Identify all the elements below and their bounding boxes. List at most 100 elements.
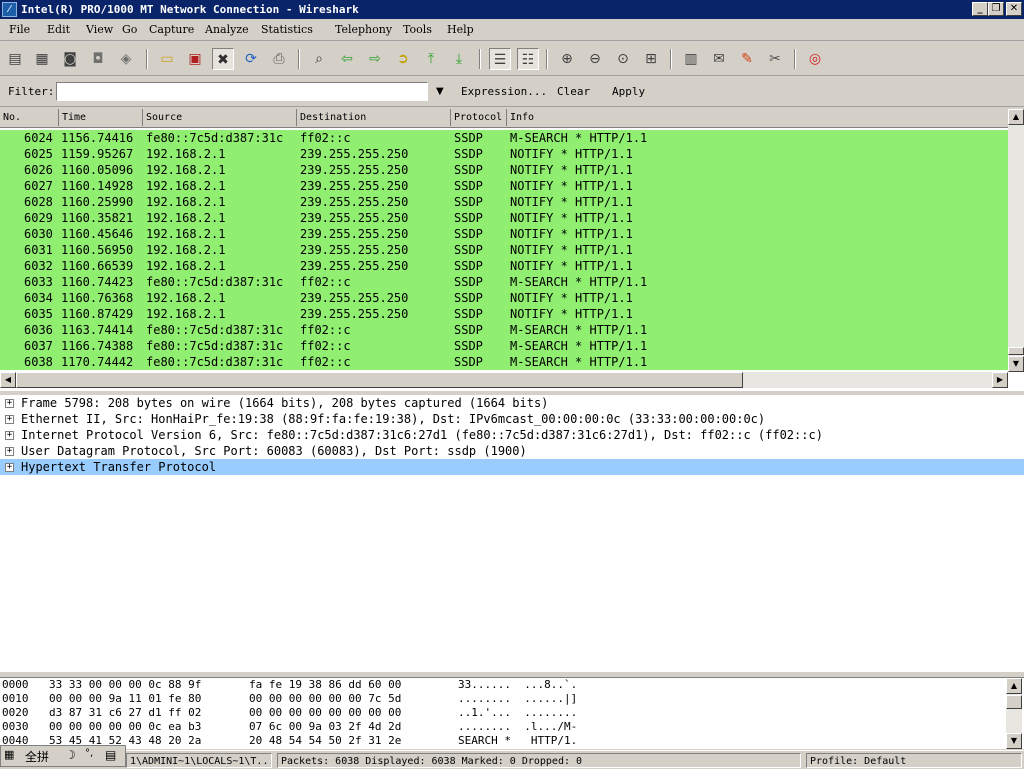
auto-scroll-icon[interactable]: ☷ <box>517 48 539 70</box>
packet-row[interactable]: 6031 1160.56950 192.168.2.1 239.255.255.250… <box>0 242 1008 258</box>
menu-statistics[interactable]: Statistics <box>261 23 313 36</box>
go-to-packet-icon[interactable]: ➲ <box>392 48 414 70</box>
hex-row[interactable]: 0030 00 00 00 00 00 0c ea b3 07 6c 00 9a 0… <box>0 720 1004 734</box>
packet-row[interactable]: 6026 1160.05096 192.168.2.1 239.255.255.250… <box>0 162 1008 178</box>
column-header-destination[interactable]: Destination <box>297 109 451 126</box>
expression-button[interactable]: Expression... <box>461 85 547 98</box>
ime-moon-icon[interactable]: ☽ <box>65 748 76 762</box>
column-header-no[interactable]: No. <box>0 109 59 126</box>
menu-view[interactable]: View <box>86 23 113 36</box>
stop-capture-icon[interactable]: ◘ <box>87 48 109 70</box>
ime-keyboard-icon[interactable]: ▤ <box>105 748 116 762</box>
hscroll-thumb[interactable] <box>16 372 743 388</box>
normal-size-icon[interactable]: ⊙ <box>612 48 634 70</box>
print-icon[interactable]: ⎙ <box>268 48 290 70</box>
zoom-out-icon[interactable]: ⊖ <box>584 48 606 70</box>
go-forward-icon[interactable]: ⇨ <box>364 48 386 70</box>
restart-capture-icon[interactable]: ◈ <box>115 48 137 70</box>
expand-icon[interactable]: + <box>5 463 14 472</box>
packet-row[interactable]: 6027 1160.14928 192.168.2.1 239.255.255.250… <box>0 178 1008 194</box>
menu-go[interactable]: Go <box>122 23 137 36</box>
menu-analyze[interactable]: Analyze <box>205 23 249 36</box>
column-header-time[interactable]: Time <box>59 109 143 126</box>
ime-mode[interactable]: 全拼 <box>25 748 49 765</box>
scroll-up-icon[interactable]: ▲ <box>1008 109 1024 125</box>
reload-icon[interactable]: ⟳ <box>240 48 262 70</box>
scroll-down-icon[interactable]: ▼ <box>1008 356 1024 372</box>
packet-list-vscrollbar[interactable]: ▲ ▼ <box>1008 109 1024 372</box>
scroll-left-icon[interactable]: ◀ <box>0 372 16 388</box>
packet-row[interactable]: 6038 1170.74442 fe80::7c5d:d387:31c ff02::c… <box>0 354 1008 370</box>
detail-row-ipv6[interactable]: + Internet Protocol Version 6, Src: fe80:… <box>0 427 1024 443</box>
zoom-in-icon[interactable]: ⊕ <box>556 48 578 70</box>
close-file-icon[interactable]: ✖ <box>212 48 234 70</box>
packet-row[interactable]: 6029 1160.35821 192.168.2.1 239.255.255.250… <box>0 210 1008 226</box>
capture-options-icon[interactable]: ▦ <box>31 48 53 70</box>
close-window-button[interactable]: ✕ <box>1006 2 1022 16</box>
go-last-icon[interactable]: ⤓ <box>448 48 470 70</box>
save-file-icon[interactable]: ▣ <box>184 48 206 70</box>
expand-icon[interactable]: + <box>5 415 14 424</box>
hex-row[interactable]: 005031 0d 0a 48 6f 73 74 3a5b 66 66 30 3… <box>0 748 1004 749</box>
colorize-icon[interactable]: ☰ <box>489 48 511 70</box>
hex-row[interactable]: 0010 00 00 00 9a 11 01 fe 80 00 00 00 00 0… <box>0 692 1004 706</box>
menu-edit[interactable]: Edit <box>47 23 70 36</box>
detail-row-http[interactable]: + Hypertext Transfer Protocol <box>0 459 1024 475</box>
column-header-source[interactable]: Source <box>143 109 297 126</box>
menu-help[interactable]: Help <box>447 23 474 36</box>
menu-telephony[interactable]: Telephony <box>335 23 392 36</box>
capture-filters-icon[interactable]: ▥ <box>680 48 702 70</box>
menu-tools[interactable]: Tools <box>403 23 432 36</box>
scroll-right-icon[interactable]: ▶ <box>992 372 1008 388</box>
interface-list-icon[interactable]: ▤ <box>4 48 26 70</box>
restore-button[interactable]: ❐ <box>988 2 1004 16</box>
packet-row[interactable]: 6025 1159.95267 192.168.2.1 239.255.255.250… <box>0 146 1008 162</box>
scroll-down-icon[interactable]: ▼ <box>1006 733 1022 749</box>
clear-button[interactable]: Clear <box>557 85 590 98</box>
detail-row-ethernet[interactable]: + Ethernet II, Src: HonHaiPr_fe:19:38 (88… <box>0 411 1024 427</box>
menu-capture[interactable]: Capture <box>149 23 194 36</box>
packet-list-hscrollbar[interactable]: ◀ ▶ <box>0 372 1008 388</box>
status-profile[interactable]: Profile: Default <box>806 753 1022 768</box>
menu-file[interactable]: File <box>9 23 30 36</box>
coloring-rules-icon[interactable]: ✎ <box>736 48 758 70</box>
packet-row[interactable]: 6034 1160.76368 192.168.2.1 239.255.255.250… <box>0 290 1008 306</box>
packet-row[interactable]: 6024 1156.74416 fe80::7c5d:d387:31c ff02::c… <box>0 130 1008 146</box>
packet-row[interactable]: 6037 1166.74388 fe80::7c5d:d387:31c ff02::c… <box>0 338 1008 354</box>
ime-logo-icon[interactable]: ▦ <box>4 748 14 761</box>
open-file-icon[interactable]: ▭ <box>156 48 178 70</box>
packet-row[interactable]: 6028 1160.25990 192.168.2.1 239.255.255.250… <box>0 194 1008 210</box>
expand-icon[interactable]: + <box>5 447 14 456</box>
column-header-protocol[interactable]: Protocol <box>451 109 507 126</box>
go-back-icon[interactable]: ⇦ <box>336 48 358 70</box>
detail-row-udp[interactable]: + User Datagram Protocol, Src Port: 60083… <box>0 443 1024 459</box>
scroll-up-icon[interactable]: ▲ <box>1006 678 1022 694</box>
expand-icon[interactable]: + <box>5 431 14 440</box>
display-filters-icon[interactable]: ✉ <box>708 48 730 70</box>
minimize-button[interactable]: _ <box>972 2 988 16</box>
ime-punct-icon[interactable]: °, <box>85 748 93 759</box>
expand-icon[interactable]: + <box>5 399 14 408</box>
hex-row[interactable]: 0020 d3 87 31 c6 27 d1 ff 02 00 00 00 00 0… <box>0 706 1004 720</box>
find-packet-icon[interactable]: ⌕ <box>308 48 330 70</box>
resize-columns-icon[interactable]: ⊞ <box>640 48 662 70</box>
apply-button[interactable]: Apply <box>612 85 645 98</box>
packet-row[interactable]: 6035 1160.87429 192.168.2.1 239.255.255.250… <box>0 306 1008 322</box>
preferences-icon[interactable]: ✂ <box>764 48 786 70</box>
filter-input[interactable] <box>56 82 428 101</box>
hex-row[interactable]: 0000 33 33 00 00 00 0c 88 9f fa fe 19 38 8… <box>0 678 1004 692</box>
packet-row[interactable]: 6030 1160.45646 192.168.2.1 239.255.255.250… <box>0 226 1008 242</box>
column-header-info[interactable]: Info <box>507 109 1008 126</box>
hex-row[interactable]: 0040 53 45 41 52 43 48 20 2a 20 48 54 54 5… <box>0 734 1004 748</box>
bytes-vscrollbar[interactable]: ▲ ▼ <box>1006 678 1022 749</box>
detail-row-frame[interactable]: + Frame 5798: 208 bytes on wire (1664 bit… <box>0 395 1024 411</box>
go-first-icon[interactable]: ⤒ <box>420 48 442 70</box>
scroll-thumb[interactable] <box>1008 347 1024 355</box>
packet-row[interactable]: 6032 1160.66539 192.168.2.1 239.255.255.250… <box>0 258 1008 274</box>
packet-row[interactable]: 6033 1160.74423 fe80::7c5d:d387:31c ff02::c… <box>0 274 1008 290</box>
filter-dropdown-icon[interactable]: ▼ <box>436 86 444 97</box>
packet-row[interactable]: 6036 1163.74414 fe80::7c5d:d387:31c ff02::c… <box>0 322 1008 338</box>
start-capture-icon[interactable]: ◙ <box>59 48 81 70</box>
scroll-thumb[interactable] <box>1006 695 1022 709</box>
help-icon[interactable]: ◎ <box>804 48 826 70</box>
